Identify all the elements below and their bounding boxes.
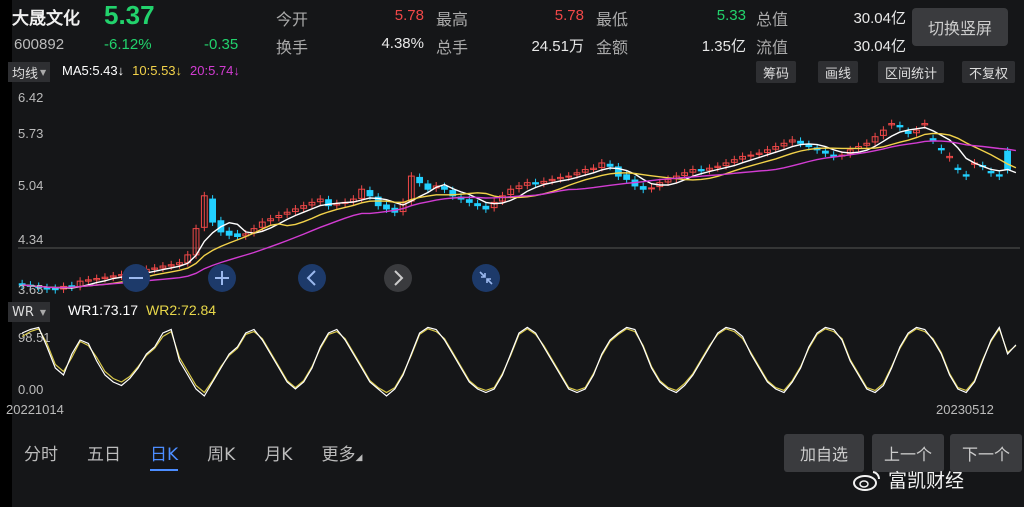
quote-value: 5.78	[394, 7, 424, 24]
y-tick-label: 4.34	[18, 232, 43, 247]
quote-value: 5.33	[716, 7, 746, 24]
period-tabs: 分时 五日 日K 周K 月K 更多◢	[24, 440, 362, 471]
scroll-right-button[interactable]	[384, 264, 412, 292]
candle	[565, 175, 573, 178]
candle	[225, 230, 233, 236]
quote-value: 24.51万	[531, 38, 584, 55]
quote-label: 金额	[596, 38, 629, 57]
candle	[234, 233, 241, 238]
wr1-line	[21, 326, 1017, 397]
candle	[424, 183, 432, 190]
y-tick-label: 3.65	[18, 282, 43, 296]
chip-button[interactable]: 筹码	[756, 61, 797, 83]
candle	[474, 203, 481, 207]
tab-more[interactable]: 更多◢	[321, 440, 362, 471]
wr-dropdown[interactable]: WR ▼	[8, 302, 51, 322]
wr-dropdown-label: WR	[12, 304, 34, 320]
candle	[482, 205, 490, 210]
quote-label: 最低	[596, 10, 629, 29]
wr2-line	[21, 327, 1017, 394]
quote-value: 5.78	[554, 7, 584, 24]
quote-label: 总手	[436, 38, 469, 57]
candle	[532, 182, 539, 185]
change-amount: -0.35	[204, 36, 239, 53]
quote-label: 流值	[756, 38, 789, 57]
ma10-value: 10:5.53↓	[132, 63, 183, 78]
dropdown-caret-icon: ▼	[39, 307, 47, 317]
wr-legend: WR1:73.17 WR2:72.84	[68, 302, 216, 318]
tab-monthly-k[interactable]: 月K	[264, 440, 292, 471]
quote-label: 今开	[276, 10, 309, 29]
zoom-out-button[interactable]	[122, 264, 150, 292]
candle	[904, 130, 912, 134]
watermark-text: 富凯财经	[888, 470, 965, 492]
dropdown-caret-icon: ▼	[40, 67, 47, 77]
switch-portrait-button[interactable]: 切换竖屏	[912, 8, 1008, 46]
candle	[995, 174, 1003, 177]
candle	[962, 174, 970, 177]
candle	[805, 144, 813, 148]
candle	[383, 204, 390, 210]
end-date: 20230512	[936, 402, 994, 417]
stock-name: 大晟文化	[12, 9, 80, 29]
kline-chart[interactable]: 6.42 5.73 5.04 4.34 3.65	[0, 86, 1024, 296]
tab-five-day[interactable]: 五日	[87, 440, 121, 471]
start-date: 20221014	[6, 402, 64, 417]
candle	[987, 171, 995, 174]
tab-intraday[interactable]: 分时	[24, 440, 58, 471]
wr-y-bottom: 0.00	[18, 382, 43, 397]
candle	[639, 186, 647, 190]
candle	[929, 138, 937, 141]
ma-legend: MA5:5.43↓ 10:5.53↓ 20:5.74↓	[62, 63, 240, 78]
quote-value: 4.38%	[381, 35, 424, 52]
ma-dropdown[interactable]: 均线 ▼	[8, 62, 51, 82]
candle	[209, 198, 217, 223]
quote-value: 30.04亿	[853, 10, 906, 27]
candle	[896, 125, 904, 128]
candle	[648, 187, 655, 190]
wr1-value: WR1:73.17	[68, 302, 139, 318]
tab-weekly-k[interactable]: 周K	[207, 440, 235, 471]
quote-label: 总值	[756, 10, 789, 29]
quote-value: 1.35亿	[701, 38, 746, 55]
wr-chart[interactable]: 98.51 0.00	[0, 322, 1024, 402]
change-percent: -6.12%	[104, 36, 152, 53]
range-stats-button[interactable]: 区间统计	[878, 61, 945, 83]
candle	[697, 169, 705, 172]
stock-price: 5.37	[104, 0, 155, 30]
y-tick-label: 5.04	[18, 178, 43, 193]
ma-dropdown-label: 均线	[12, 66, 39, 82]
quote-label: 最高	[436, 10, 469, 29]
candle	[366, 190, 374, 197]
weibo-logo-icon	[853, 470, 881, 491]
no-adjust-button[interactable]: 不复权	[962, 61, 1016, 83]
candle	[606, 163, 614, 167]
quote-value: 30.04亿	[853, 38, 906, 55]
draw-line-button[interactable]: 画线	[818, 61, 859, 83]
candle	[465, 199, 473, 203]
candle	[954, 167, 962, 171]
tab-daily-k[interactable]: 日K	[150, 440, 179, 471]
candle	[797, 140, 804, 144]
candle	[747, 154, 755, 157]
ma20-value: 20:5.74↓	[190, 63, 240, 78]
reset-zoom-button[interactable]	[472, 264, 500, 292]
candle	[821, 150, 829, 154]
stock-code: 600892	[14, 36, 65, 53]
y-tick-label: 5.73	[18, 126, 43, 141]
candle	[1004, 150, 1011, 171]
candle	[623, 174, 631, 180]
zoom-in-button[interactable]	[208, 264, 236, 292]
wr2-value: WR2:72.84	[146, 302, 217, 318]
y-tick-label: 6.42	[18, 90, 43, 105]
candle	[937, 148, 945, 151]
ma5-value: MA5:5.43↓	[62, 63, 125, 78]
candle	[441, 186, 448, 190]
quote-label: 换手	[276, 38, 309, 57]
candle	[51, 287, 59, 291]
corner-caret-icon: ◢	[355, 453, 363, 463]
scroll-left-button[interactable]	[298, 264, 326, 292]
candle	[416, 176, 424, 184]
watermark: 富凯财经	[852, 466, 964, 493]
